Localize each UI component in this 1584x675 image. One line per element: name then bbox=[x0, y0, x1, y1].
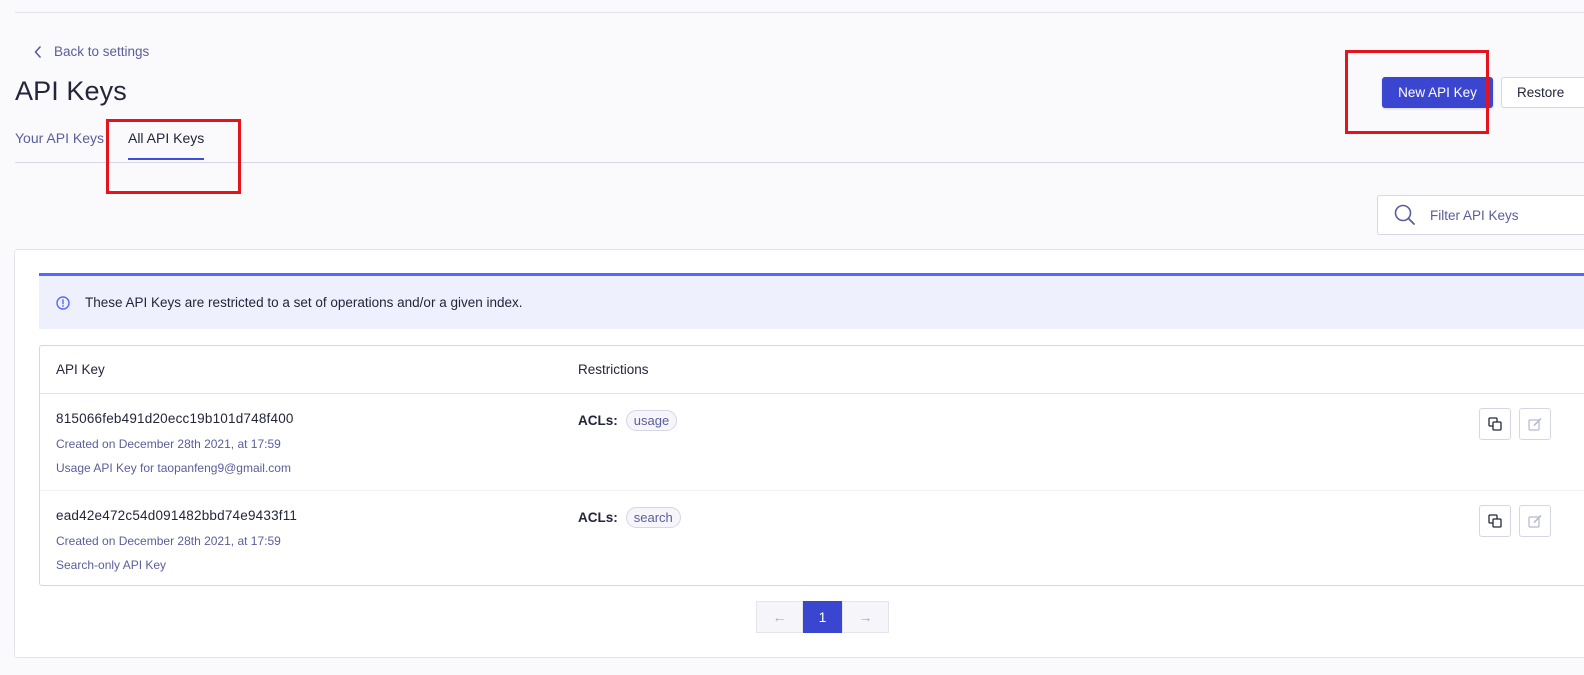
top-divider bbox=[15, 12, 1584, 13]
acl-list: ACLs: search bbox=[578, 507, 681, 528]
tab-all-api-keys[interactable]: All API Keys bbox=[127, 130, 205, 160]
created-date: Created on December 28th 2021, at 17:59 bbox=[56, 534, 281, 548]
api-keys-table: API Key Restrictions 815066feb491d20ecc1… bbox=[39, 345, 1584, 586]
table-row: 815066feb491d20ecc19b101d748f400 Created… bbox=[40, 394, 1584, 490]
api-keys-card: These API Keys are restricted to a set o… bbox=[14, 249, 1584, 658]
edit-icon bbox=[1528, 514, 1542, 528]
edit-icon bbox=[1528, 417, 1542, 431]
api-key-value: 815066feb491d20ecc19b101d748f400 bbox=[56, 411, 294, 426]
restore-button[interactable]: Restore bbox=[1501, 77, 1584, 108]
filter-api-keys-input[interactable] bbox=[1430, 207, 1580, 223]
key-description: Usage API Key for taopanfeng9@gmail.com bbox=[56, 461, 291, 475]
edit-key-button[interactable] bbox=[1519, 408, 1551, 440]
table-header: API Key Restrictions bbox=[40, 346, 1584, 394]
back-link-label: Back to settings bbox=[54, 44, 150, 59]
api-key-value: ead42e472c54d091482bbd74e9433f11 bbox=[56, 508, 298, 523]
info-banner-text: These API Keys are restricted to a set o… bbox=[85, 295, 523, 310]
back-to-settings-link[interactable]: Back to settings bbox=[34, 44, 149, 59]
page-title: API Keys bbox=[15, 76, 127, 106]
copy-icon bbox=[1488, 417, 1502, 431]
copy-key-button[interactable] bbox=[1479, 505, 1511, 537]
tab-your-api-keys[interactable]: Your API Keys bbox=[15, 130, 104, 160]
acl-badge: search bbox=[625, 507, 681, 528]
copy-key-button[interactable] bbox=[1479, 408, 1511, 440]
acl-list: ACLs: usage bbox=[578, 410, 678, 431]
pagination: ← 1 → bbox=[756, 601, 889, 633]
created-date: Created on December 28th 2021, at 17:59 bbox=[56, 437, 281, 451]
tabs-divider bbox=[15, 162, 1584, 163]
edit-key-button[interactable] bbox=[1519, 505, 1551, 537]
info-icon bbox=[56, 295, 70, 310]
acl-badge: usage bbox=[625, 410, 678, 431]
column-header-restrictions: Restrictions bbox=[578, 362, 649, 377]
key-description: Search-only API Key bbox=[56, 558, 167, 572]
copy-icon bbox=[1488, 514, 1502, 528]
filter-api-keys-field[interactable] bbox=[1377, 195, 1584, 235]
new-api-key-button[interactable]: New API Key bbox=[1382, 77, 1493, 108]
search-icon bbox=[1394, 204, 1415, 225]
info-banner: These API Keys are restricted to a set o… bbox=[39, 273, 1584, 329]
table-row: ead42e472c54d091482bbd74e9433f11 Created… bbox=[40, 490, 1584, 586]
chevron-left-icon bbox=[34, 45, 41, 58]
api-keys-tabs: Your API Keys All API Keys bbox=[15, 130, 205, 160]
column-header-api-key: API Key bbox=[56, 362, 105, 377]
page-1-button[interactable]: 1 bbox=[803, 601, 842, 633]
acl-label: ACLs: bbox=[578, 413, 618, 428]
next-page-button[interactable]: → bbox=[842, 601, 889, 633]
previous-page-button[interactable]: ← bbox=[756, 601, 803, 633]
acl-label: ACLs: bbox=[578, 510, 618, 525]
